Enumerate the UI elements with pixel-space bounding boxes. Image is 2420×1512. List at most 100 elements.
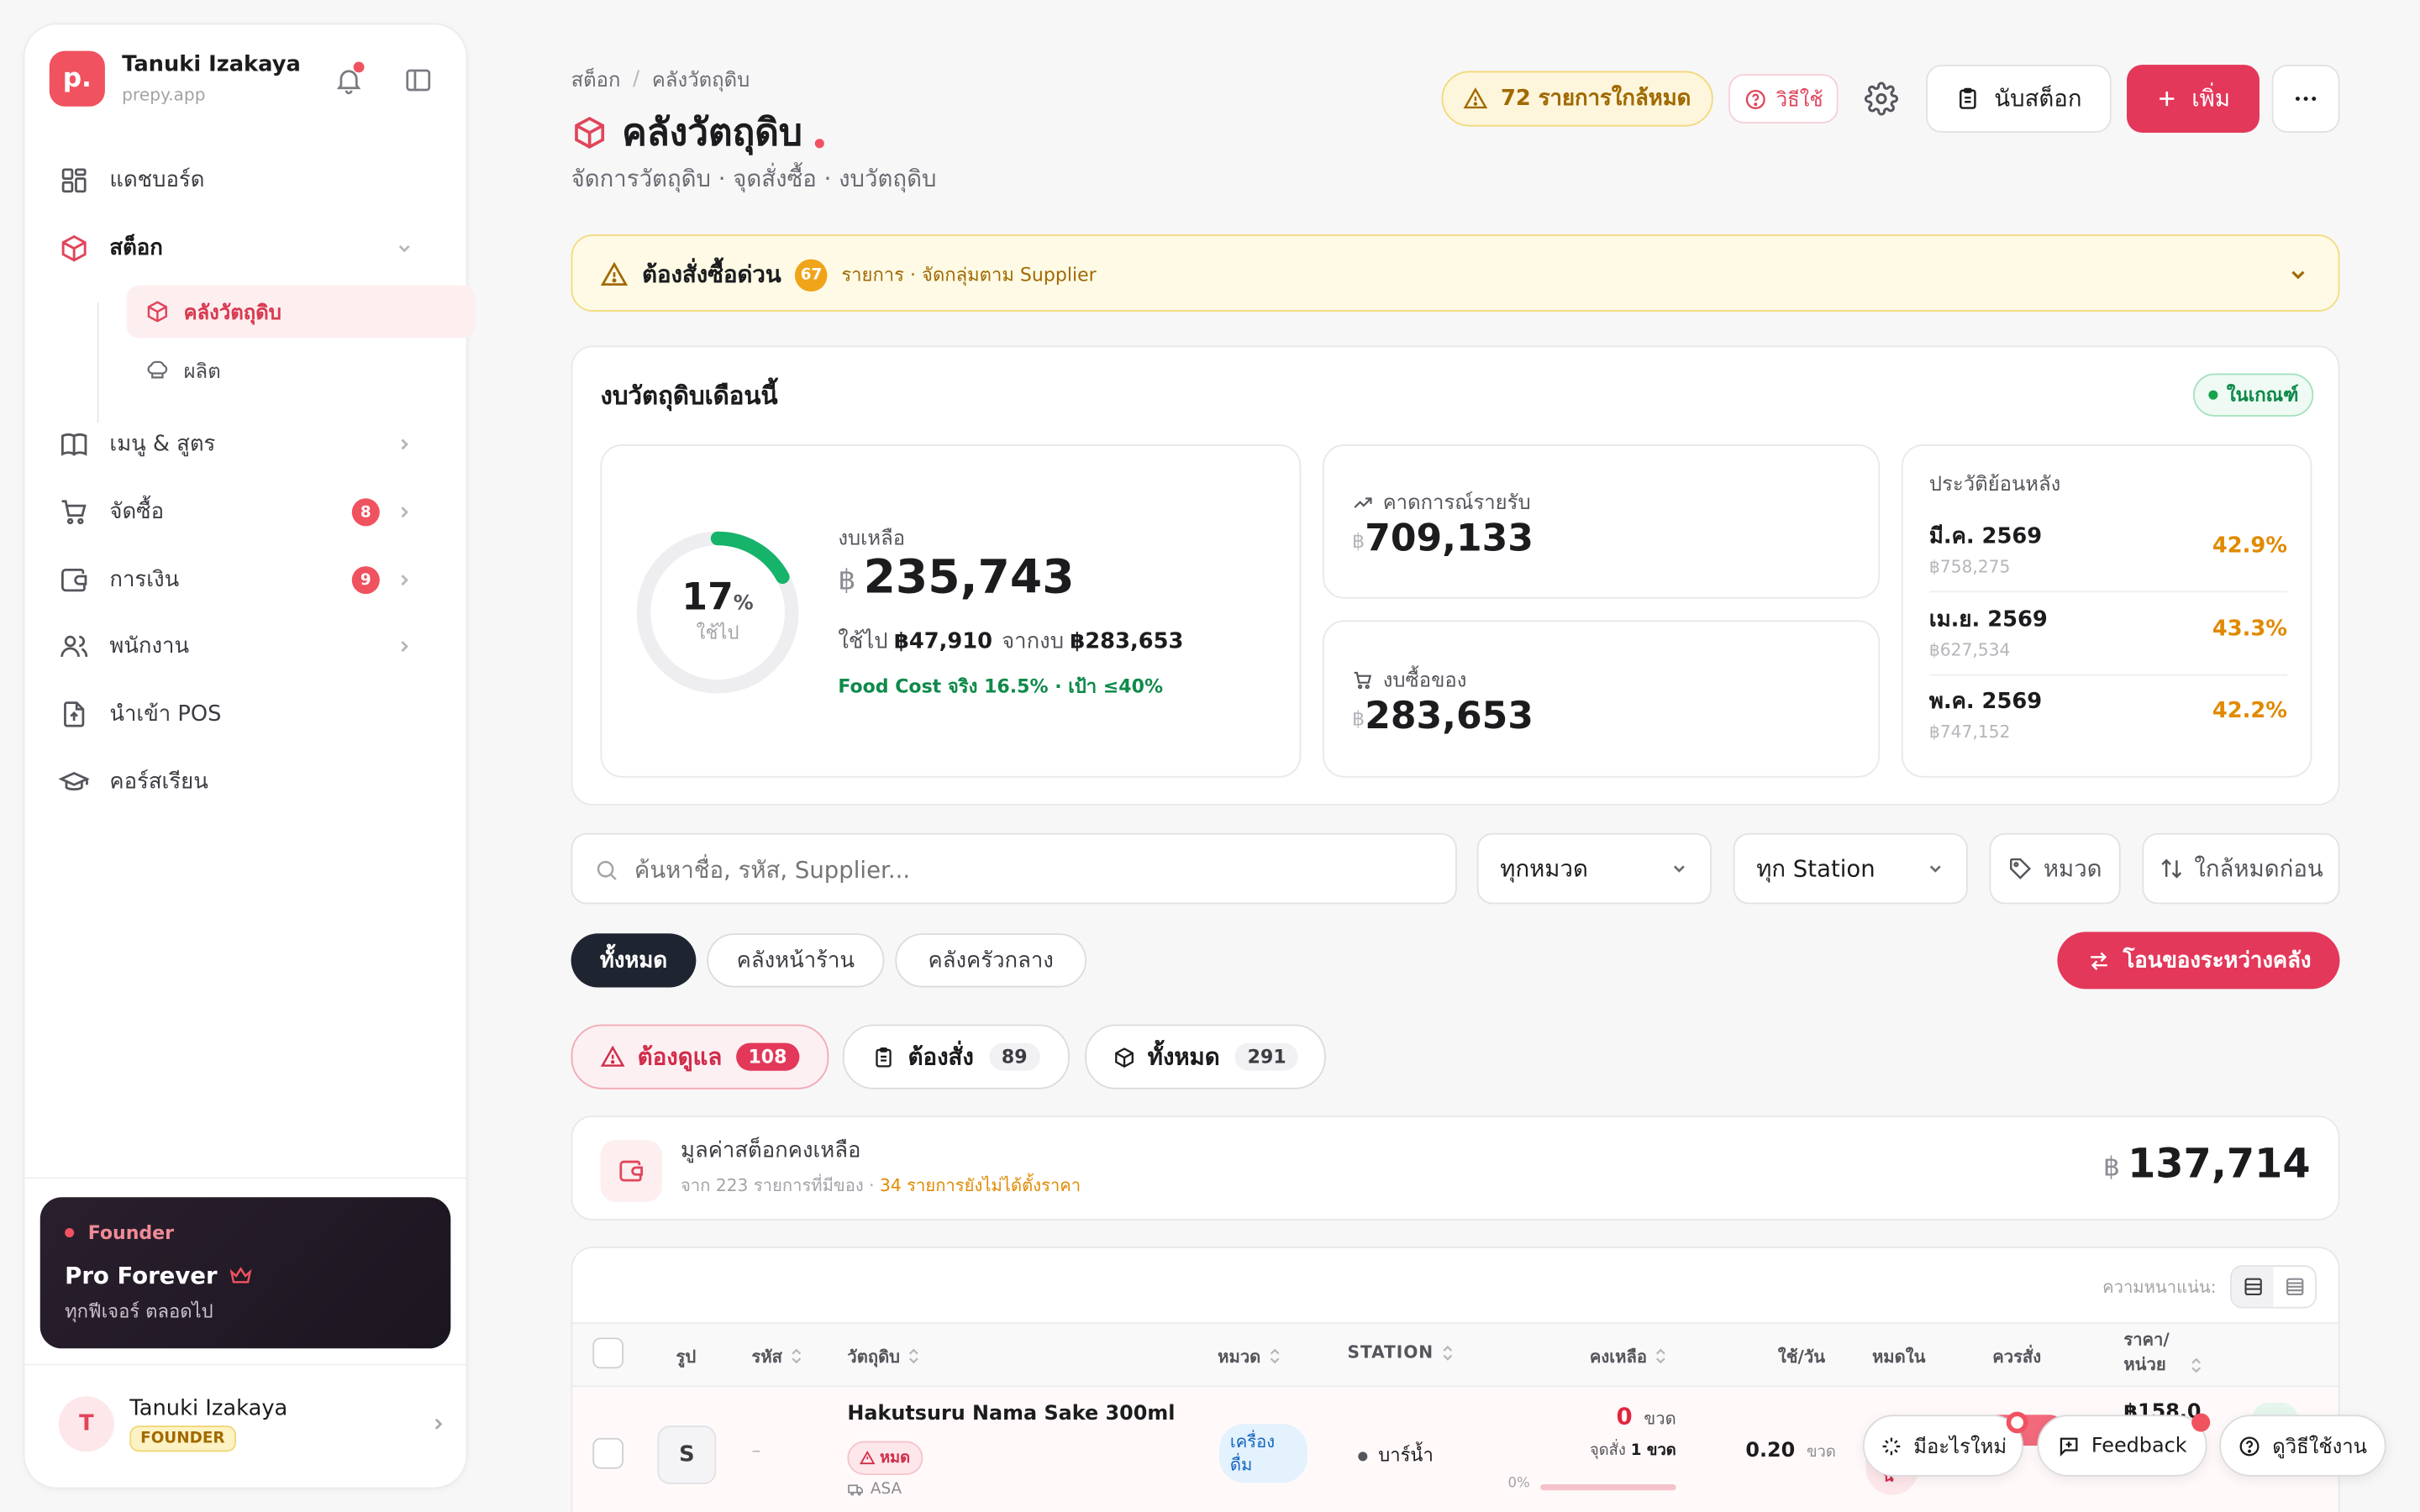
col-name[interactable]: วัตถุดิบ [847,1342,920,1370]
count-stock-button[interactable]: นับสต็อก [1926,65,2112,133]
density-toggle [2230,1265,2317,1309]
sidebar-item-staff[interactable]: พนักงาน [59,623,445,669]
search-icon [597,860,617,880]
chevron-down-icon [1929,865,1941,873]
tab-all-warehouses[interactable]: ทั้งหมด [571,933,697,988]
count-badge: 108 [735,1042,800,1071]
history-divider [1928,674,2288,676]
user-profile[interactable]: T Tanuki Izakaya FOUNDER [58,1394,448,1455]
sort-icon [2160,858,2181,879]
plan-card[interactable]: Founder Pro Forever ทุกฟีเจอร์ ตลอดไป [39,1197,451,1349]
col-category[interactable]: หมวด [1218,1342,1281,1370]
stock-value-amount: ฿ 137,714 [2103,1142,2311,1189]
col-price[interactable]: ราคา/ หน่วย [2123,1328,2202,1378]
avatar: T [58,1396,114,1452]
howto-button[interactable]: วิธีใช้ [1728,74,1839,123]
sidebar-item-finance[interactable]: การเงิน 9 [59,557,445,603]
budget-title: งบวัตถุดิบเดือนนี้ [600,381,778,411]
tab-needs-attention[interactable]: ต้องดูแล 108 [571,1024,829,1089]
stock-value-card: มูลค่าสต็อกคงเหลือ จาก 223 รายการที่มีขอ… [571,1115,2340,1221]
density-compact-icon[interactable] [2273,1266,2316,1307]
sidebar-item-import-pos[interactable]: นำเข้า POS [59,691,445,738]
search-input[interactable] [634,851,1438,889]
search-box[interactable] [571,832,1457,905]
food-cost-note: Food Cost จริง 16.5% · เป้า ≤40% [838,675,1164,698]
col-should-order: ควรสั่ง [1992,1347,2042,1368]
sort-button[interactable]: ใกล้หมดก่อน [2142,832,2340,905]
category-filter-button[interactable]: หมวด [1989,832,2121,905]
box-icon [1114,1047,1134,1068]
item-code: – [751,1439,761,1462]
station-select[interactable]: ทุก Station [1733,832,1968,905]
new-indicator-dot [2006,1411,2028,1434]
tab-central-kitchen[interactable]: คลังครัวกลาง [895,933,1087,988]
col-code[interactable]: รหัส [751,1342,802,1370]
density-comfortable-icon[interactable] [2231,1266,2274,1307]
station-label: บาร์น้ำ [1358,1441,1434,1471]
brand-url: prepy.app [122,85,206,105]
help-circle-icon [2240,1436,2260,1456]
tab-all-items[interactable]: ทั้งหมด 291 [1085,1024,1326,1089]
col-runout: หมดใน [1871,1347,1926,1368]
breadcrumb: สต็อก / คลังวัตถุดิบ [571,63,750,96]
budget-status-badge: ในเกณฑ์ [2193,373,2314,417]
sidebar-subitem-production[interactable]: ผลิต [127,344,476,396]
sidebar-item-courses[interactable]: คอร์สเรียน [58,759,445,806]
sidebar-divider [24,1363,466,1366]
remaining-amount: ฿ 235,743 [838,550,1075,606]
add-button[interactable]: เพิ่ม [2127,65,2260,133]
help-circle-icon [1745,89,1765,109]
stock-value-title: มูลค่าสต็อกคงเหลือ [681,1138,861,1163]
sidebar-item-stock[interactable]: สต็อก [59,225,445,271]
sidebar-item-dashboard[interactable]: แดชบอร์ด [59,157,445,203]
sidebar-toggle-icon[interactable] [402,65,434,96]
more-horizontal-icon [2295,97,2317,102]
transfer-between-warehouses-button[interactable]: โอนของระหว่างคลัง [2057,932,2340,990]
status-dot [2207,390,2217,400]
item-thumbnail: S [657,1425,717,1484]
level-bar [1540,1483,1676,1491]
sidebar-item-purchasing[interactable]: จัดซื้อ 8 [59,489,445,535]
chevron-down-icon [1673,865,1685,873]
low-stock-alert-button[interactable]: 72 รายการใกล้หมด [1441,71,1713,127]
settings-gear-icon[interactable] [1865,81,1898,116]
chevron-right-icon [401,641,408,653]
sidebar-item-menu-recipes[interactable]: เมนู & สูตร [59,421,445,467]
feedback-button[interactable]: Feedback [2037,1413,2211,1477]
more-options-button[interactable] [2271,65,2340,133]
warning-icon [600,261,629,286]
level-percent: 0% [1507,1476,1530,1493]
col-station[interactable]: STATION [1347,1342,1454,1362]
box-icon [145,299,170,323]
col-use-per-day: ใช้/วัน [1777,1347,1826,1368]
row-checkbox[interactable] [592,1437,624,1469]
col-remaining[interactable]: คงเหลือ [1590,1342,1667,1370]
feedback-dot [2191,1413,2211,1432]
chevron-right-icon [401,507,408,518]
sort-icon [792,1348,801,1364]
tab-front-store[interactable]: คลังหน้าร้าน [707,933,885,988]
cart-icon [1354,670,1372,689]
breadcrumb-root[interactable]: สต็อก [571,63,621,96]
notification-bell-icon[interactable] [334,61,365,96]
count-badge: 291 [1234,1042,1299,1071]
purchase-budget-box: งบซื้อของ ฿ 283,653 [1323,620,1881,778]
app-logo[interactable]: p. [49,50,105,107]
category-select[interactable]: ทุกหมวด [1476,832,1712,905]
item-name[interactable]: Hakutsuru Nama Sake 300ml [847,1403,1175,1426]
remaining-qty: 0 ขวด [1616,1402,1676,1431]
history-title: ประวัติย้อนหลัง [1928,473,2061,497]
category-badge: เครื่อง ดื่ม [1219,1424,1307,1483]
sidebar-subitem-inventory[interactable]: คลังวัตถุดิบ [126,285,476,339]
tab-to-order[interactable]: ต้องสั่ง 89 [842,1024,1070,1089]
notification-dot [353,61,365,73]
urgent-order-banner[interactable]: ต้องสั่งซื้อด่วน 67 รายการ · จัดกลุ่มตาม… [571,234,2340,312]
select-all-checkbox[interactable] [592,1337,624,1369]
whats-new-button[interactable]: มีอะไรใหม่ [1862,1411,2028,1477]
howto-floating-button[interactable]: ดูวิธีใช้งาน [2219,1415,2386,1477]
dashboard-icon [59,165,90,197]
remaining-label: งบเหลือ [838,528,906,551]
sort-icon [1270,1348,1280,1364]
history-row: เม.ย. 2569 ฿627,534 43.3% [1928,607,2288,661]
box-icon [59,233,90,264]
